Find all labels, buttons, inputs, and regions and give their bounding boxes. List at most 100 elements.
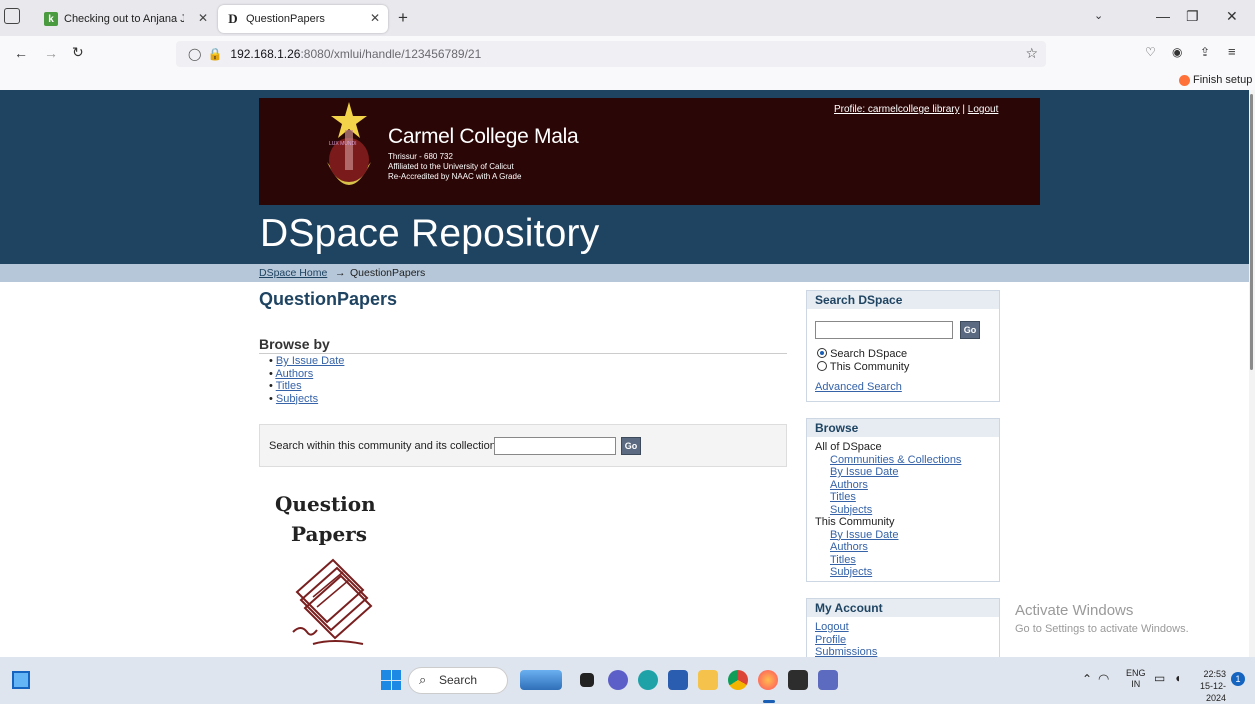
terminal-icon[interactable]: [788, 670, 808, 690]
account-profile-link[interactable]: Profile: [815, 634, 846, 647]
user-links: Profile: carmelcollege library | Logout: [834, 104, 998, 115]
sidebar-search-box: Search DSpace Go Search DSpace This Comm…: [806, 290, 1000, 402]
site-title: DSpace Repository: [260, 212, 600, 255]
logout-link[interactable]: Logout: [968, 104, 999, 115]
search-icon: ⌕: [419, 672, 427, 687]
svg-text:LUX MUNDI: LUX MUNDI: [329, 141, 357, 147]
language-indicator[interactable]: ENG IN: [1126, 668, 1146, 690]
radio-selected-icon[interactable]: [817, 348, 827, 358]
region-code: IN: [1131, 679, 1141, 689]
finish-setup-button[interactable]: Finish setup: [1193, 74, 1252, 86]
profile-link[interactable]: Profile: carmelcollege library: [834, 104, 960, 115]
extensions-icon[interactable]: ⇪: [1200, 45, 1210, 59]
setup-bar: Finish setup: [0, 72, 1255, 90]
community-titles-link[interactable]: Titles: [830, 554, 856, 567]
edge-icon[interactable]: [638, 670, 658, 690]
community-authors-link[interactable]: Authors: [830, 541, 868, 554]
sidebar-account-heading: My Account: [807, 599, 999, 617]
notification-badge[interactable]: 1: [1231, 672, 1245, 686]
page-scrollbar[interactable]: [1249, 90, 1255, 657]
language-code: ENG: [1126, 668, 1146, 678]
editor-icon[interactable]: [818, 670, 838, 690]
community-subjects-link[interactable]: Subjects: [830, 566, 872, 579]
sidebar-account-box: My Account Logout Profile Submissions: [806, 598, 1000, 657]
tray-chevron-icon[interactable]: ⌃: [1082, 672, 1092, 686]
all-by-issue-date-link[interactable]: By Issue Date: [830, 466, 898, 479]
forward-icon[interactable]: →: [44, 45, 58, 61]
new-tab-button[interactable]: +: [398, 8, 408, 28]
breadcrumb: DSpace Home → QuestionPapers: [0, 264, 1249, 282]
all-subjects-link[interactable]: Subjects: [830, 504, 872, 517]
browser-tab-bar: k Checking out to Anjana Jose (4 ✕ D Que…: [0, 0, 1255, 36]
back-icon[interactable]: ←: [14, 45, 28, 61]
browse-subjects-link[interactable]: Subjects: [276, 393, 318, 405]
account-logout-link[interactable]: Logout: [815, 621, 849, 634]
sidebar-search-heading: Search DSpace: [807, 291, 999, 309]
bookmark-star-icon[interactable]: ☆: [1025, 45, 1038, 62]
community-by-issue-date-link[interactable]: By Issue Date: [830, 529, 898, 542]
file-explorer-icon[interactable]: [698, 670, 718, 690]
chat-icon[interactable]: [608, 670, 628, 690]
radio-this-community[interactable]: This Community: [817, 361, 909, 374]
pocket-icon[interactable]: ♡: [1145, 45, 1156, 59]
widgets-icon[interactable]: [12, 671, 30, 689]
communities-collections-link[interactable]: Communities & Collections: [830, 454, 961, 467]
community-logo: Question Papers: [275, 492, 415, 657]
this-community-label: This Community: [815, 516, 895, 528]
taskbar-search-box[interactable]: ⌕ Search: [408, 667, 508, 694]
close-icon[interactable]: ✕: [370, 11, 380, 25]
radio-unselected-icon[interactable]: [817, 361, 827, 371]
close-window-icon[interactable]: ✕: [1226, 8, 1238, 25]
radio-search-dspace[interactable]: Search DSpace: [817, 348, 907, 361]
network-icon[interactable]: ◠: [1098, 671, 1109, 687]
browser-nav-bar: ← → ↻ ◯ 🔒 192.168.1.26:8080/xmlui/handle…: [0, 36, 1255, 72]
breadcrumb-home-link[interactable]: DSpace Home: [259, 267, 327, 279]
all-authors-link[interactable]: Authors: [830, 479, 868, 492]
tab-title: QuestionPapers: [246, 13, 325, 25]
scrollbar-thumb[interactable]: [1250, 94, 1253, 370]
volume-icon[interactable]: ◖: [1174, 671, 1181, 685]
college-logo-icon: LUX MUNDI: [327, 102, 371, 185]
chrome-icon[interactable]: [728, 670, 748, 690]
tab-questionpapers[interactable]: D QuestionPapers ✕: [218, 5, 388, 33]
community-search-input[interactable]: [494, 437, 616, 455]
weather-landscape-icon[interactable]: [520, 670, 562, 690]
tab-list-chevron-icon[interactable]: ⌄: [1094, 9, 1103, 22]
community-search-go-button[interactable]: Go: [621, 437, 641, 455]
list-item: • Subjects: [269, 392, 319, 405]
task-view-icon[interactable]: [580, 673, 594, 687]
account-icon[interactable]: ◉: [1172, 45, 1182, 59]
list-item: • By Issue Date: [269, 355, 345, 367]
close-icon[interactable]: ✕: [198, 11, 208, 25]
url-host: 192.168.1.26: [230, 47, 301, 61]
logo-text-line: Question: [275, 492, 376, 516]
restore-icon[interactable]: ❐: [1186, 8, 1199, 25]
firefox-taskbar-icon[interactable]: [758, 670, 778, 690]
tab-overview-icon[interactable]: [4, 8, 20, 24]
windows-taskbar: ⌕ Search ⌃ ◠ ENG IN ▭ ◖ 22:53 15-12-2024…: [0, 657, 1255, 704]
clock[interactable]: 22:53 15-12-2024: [1190, 668, 1226, 704]
link-separator: |: [962, 104, 965, 115]
search-go-button[interactable]: Go: [960, 321, 980, 339]
browse-by-issue-date-link[interactable]: By Issue Date: [276, 355, 344, 367]
koha-favicon-icon: k: [44, 12, 58, 26]
list-item: • Authors: [269, 367, 314, 380]
all-titles-link[interactable]: Titles: [830, 491, 856, 504]
reload-icon[interactable]: ↻: [72, 44, 84, 61]
display-icon[interactable]: ▭: [1154, 671, 1165, 685]
browse-authors-link[interactable]: Authors: [275, 368, 313, 380]
browse-titles-link[interactable]: Titles: [276, 380, 302, 392]
tab-checkout[interactable]: k Checking out to Anjana Jose (4 ✕: [36, 5, 216, 33]
clock-time: 22:53: [1203, 669, 1226, 679]
college-banner: LUX MUNDI Carmel College Mala Thrissur -…: [259, 98, 1040, 205]
address-bar[interactable]: ◯ 🔒 192.168.1.26:8080/xmlui/handle/12345…: [176, 41, 1046, 67]
minimize-icon[interactable]: —: [1156, 8, 1170, 24]
store-icon[interactable]: [668, 670, 688, 690]
activate-windows-subtitle: Go to Settings to activate Windows.: [1015, 623, 1189, 635]
insecure-lock-icon[interactable]: 🔒: [207, 47, 222, 61]
menu-icon[interactable]: ≡: [1228, 44, 1236, 59]
search-input[interactable]: [815, 321, 953, 339]
advanced-search-link[interactable]: Advanced Search: [815, 381, 902, 394]
start-windows-icon[interactable]: [381, 670, 401, 690]
account-submissions-link[interactable]: Submissions: [815, 646, 877, 657]
